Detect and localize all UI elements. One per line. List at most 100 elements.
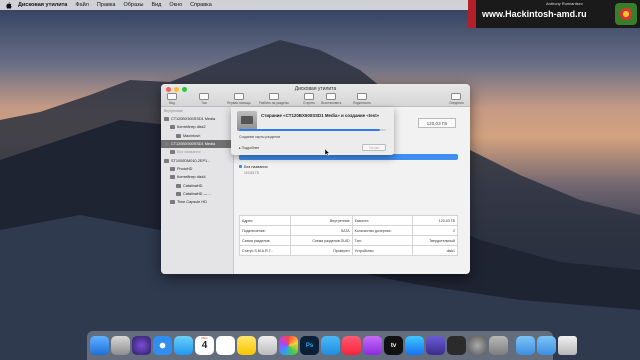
trash-icon[interactable] bbox=[558, 336, 577, 355]
mouse-cursor-icon bbox=[325, 149, 330, 156]
sheet-status: Создание карты разделов bbox=[239, 135, 281, 139]
sidebar-item[interactable]: CatalinaHD bbox=[161, 181, 233, 189]
eject-icon bbox=[357, 93, 368, 100]
size-badge: 120,03 ГБ bbox=[418, 118, 456, 128]
mail-icon[interactable] bbox=[174, 336, 193, 355]
partition-legend: Без названия 119,83 ГБ bbox=[239, 165, 268, 175]
sidebar-item[interactable]: ST1000DM010-2EP1... bbox=[161, 156, 233, 164]
watermark-logo bbox=[615, 3, 637, 25]
disk-icon bbox=[170, 150, 175, 155]
menu-edit[interactable]: Правка bbox=[97, 2, 116, 8]
toolbar-view-button[interactable]: Вид bbox=[167, 93, 177, 105]
sidebar-item[interactable]: Без названия bbox=[161, 148, 233, 156]
podcasts-icon[interactable] bbox=[363, 336, 382, 355]
music-icon[interactable] bbox=[342, 336, 361, 355]
window-title: Дисковая утилита bbox=[294, 86, 337, 92]
flower-icon bbox=[619, 7, 633, 21]
system-preferences-icon[interactable] bbox=[468, 336, 487, 355]
sidebar-item[interactable]: CT120BX500SSD1 Media bbox=[161, 115, 233, 123]
messages-icon[interactable] bbox=[321, 336, 340, 355]
sidebar-item[interactable]: PhotoHD bbox=[161, 165, 233, 173]
disk-utility-icon[interactable] bbox=[489, 336, 508, 355]
photos-icon[interactable] bbox=[279, 336, 298, 355]
disk-icon bbox=[170, 166, 175, 171]
sidebar-item-label: Контейнер disk4 bbox=[177, 175, 206, 180]
reminders-icon[interactable] bbox=[216, 336, 235, 355]
calendar-day: 4 bbox=[201, 340, 208, 351]
sidebar-item[interactable]: CatalinaHD — ... bbox=[161, 190, 233, 198]
details-toggle[interactable]: ▸ Подробнее bbox=[239, 146, 259, 150]
pie-icon bbox=[268, 93, 279, 100]
toolbar-restore-label: Восстановить bbox=[321, 101, 342, 105]
notes-icon[interactable] bbox=[237, 336, 256, 355]
info-value: 120,03 ГБ bbox=[412, 215, 458, 226]
sidebar-item-label: CatalinaHD — ... bbox=[183, 191, 212, 196]
done-button[interactable]: Готово bbox=[362, 144, 386, 151]
dock: DEC 4 Ps tv bbox=[87, 331, 577, 360]
info-value: SATA bbox=[290, 225, 353, 236]
info-key: Устройство: bbox=[351, 245, 414, 256]
stethoscope-icon bbox=[233, 93, 244, 100]
sidebar-item[interactable]: Time Capsule HD bbox=[161, 198, 233, 206]
toolbar-mount-button[interactable]: Подключить bbox=[353, 93, 371, 105]
sidebar-item[interactable]: Macintosh bbox=[161, 132, 233, 140]
downloads-folder-icon[interactable] bbox=[537, 336, 556, 355]
hard-drive-icon bbox=[237, 111, 257, 131]
sidebar-item-label: Без названия bbox=[177, 150, 201, 155]
toolbar-partition-button[interactable]: Разбить на разделы bbox=[259, 93, 289, 105]
calendar-icon[interactable]: DEC 4 bbox=[195, 336, 214, 355]
final-cut-icon[interactable] bbox=[447, 336, 466, 355]
sidebar-item[interactable]: Контейнер disk4 bbox=[161, 173, 233, 181]
applications-folder-icon[interactable] bbox=[516, 336, 535, 355]
table-row: Адрес: Внутренние Емкость: 120,03 ГБ bbox=[238, 215, 458, 226]
maps-icon[interactable] bbox=[258, 336, 277, 355]
info-key: Статус S.M.A.R.T.: bbox=[238, 245, 292, 256]
sidebar-item-label: Контейнер disk2 bbox=[177, 125, 206, 130]
compressor-icon[interactable] bbox=[426, 336, 445, 355]
safari-icon[interactable] bbox=[153, 336, 172, 355]
info-value: Схема разделов GUID bbox=[290, 235, 353, 246]
toolbar-info-button[interactable]: Сведения bbox=[449, 93, 464, 105]
sidebar-item[interactable]: Контейнер disk2 bbox=[161, 123, 233, 131]
table-row: Подключение: SATA Количество дочерних: 2 bbox=[238, 225, 458, 236]
sidebar-item-label: CT120BX500SSD1 Media bbox=[171, 117, 216, 122]
toolbar-restore-button[interactable]: Восстановить bbox=[321, 93, 341, 105]
progress-fill bbox=[239, 129, 381, 131]
menu-file[interactable]: Файл bbox=[75, 2, 89, 8]
info-value: Твердотельный bbox=[412, 235, 458, 246]
info-key: Подключение: bbox=[238, 225, 292, 236]
toolbar-mount-label: Подключить bbox=[353, 101, 372, 105]
sheet-title: Стирание «CT120BX500SSD1 Media» и создан… bbox=[261, 113, 380, 118]
disk-icon bbox=[164, 142, 169, 147]
photoshop-icon[interactable]: Ps bbox=[300, 336, 319, 355]
disk-icon bbox=[176, 133, 181, 138]
menu-images[interactable]: Образы bbox=[123, 2, 143, 8]
toolbar-volume-button[interactable]: Том bbox=[199, 93, 209, 105]
menu-view[interactable]: Вид bbox=[151, 2, 161, 8]
sidebar-icon bbox=[167, 93, 177, 100]
toolbar-volume-label: Том bbox=[201, 101, 207, 105]
menu-window[interactable]: Окно bbox=[169, 2, 182, 8]
menu-help[interactable]: Справка bbox=[190, 2, 212, 8]
toolbar-first-aid-button[interactable]: Первая помощь bbox=[227, 93, 251, 105]
legend-name: Без названия bbox=[244, 165, 268, 169]
legend-swatch bbox=[239, 165, 242, 168]
info-icon bbox=[451, 93, 462, 100]
launchpad-icon[interactable] bbox=[111, 336, 130, 355]
menu-app-name[interactable]: Дисковая утилита bbox=[18, 2, 67, 8]
info-table: Адрес: Внутренние Емкость: 120,03 ГБ Подключ… bbox=[238, 215, 458, 256]
erase-progress-sheet: Стирание «CT120BX500SSD1 Media» и создан… bbox=[231, 107, 394, 155]
disk-icon bbox=[176, 183, 181, 188]
app-store-icon[interactable] bbox=[405, 336, 424, 355]
siri-icon[interactable] bbox=[132, 336, 151, 355]
watermark-red-strip bbox=[468, 0, 476, 28]
sidebar-item-label: Time Capsule HD bbox=[177, 200, 207, 205]
finder-icon[interactable] bbox=[90, 336, 109, 355]
info-key: Емкость: bbox=[351, 215, 414, 226]
apple-tv-icon[interactable]: tv bbox=[384, 336, 403, 355]
sidebar-item-label: ST1000DM010-2EP1... bbox=[171, 158, 211, 163]
sidebar-item[interactable]: CT120BX500SSD1 Media bbox=[161, 139, 233, 149]
info-value: Внутренние bbox=[290, 215, 353, 226]
apple-icon[interactable] bbox=[6, 1, 12, 9]
toolbar-erase-button[interactable]: Стереть bbox=[303, 93, 315, 105]
